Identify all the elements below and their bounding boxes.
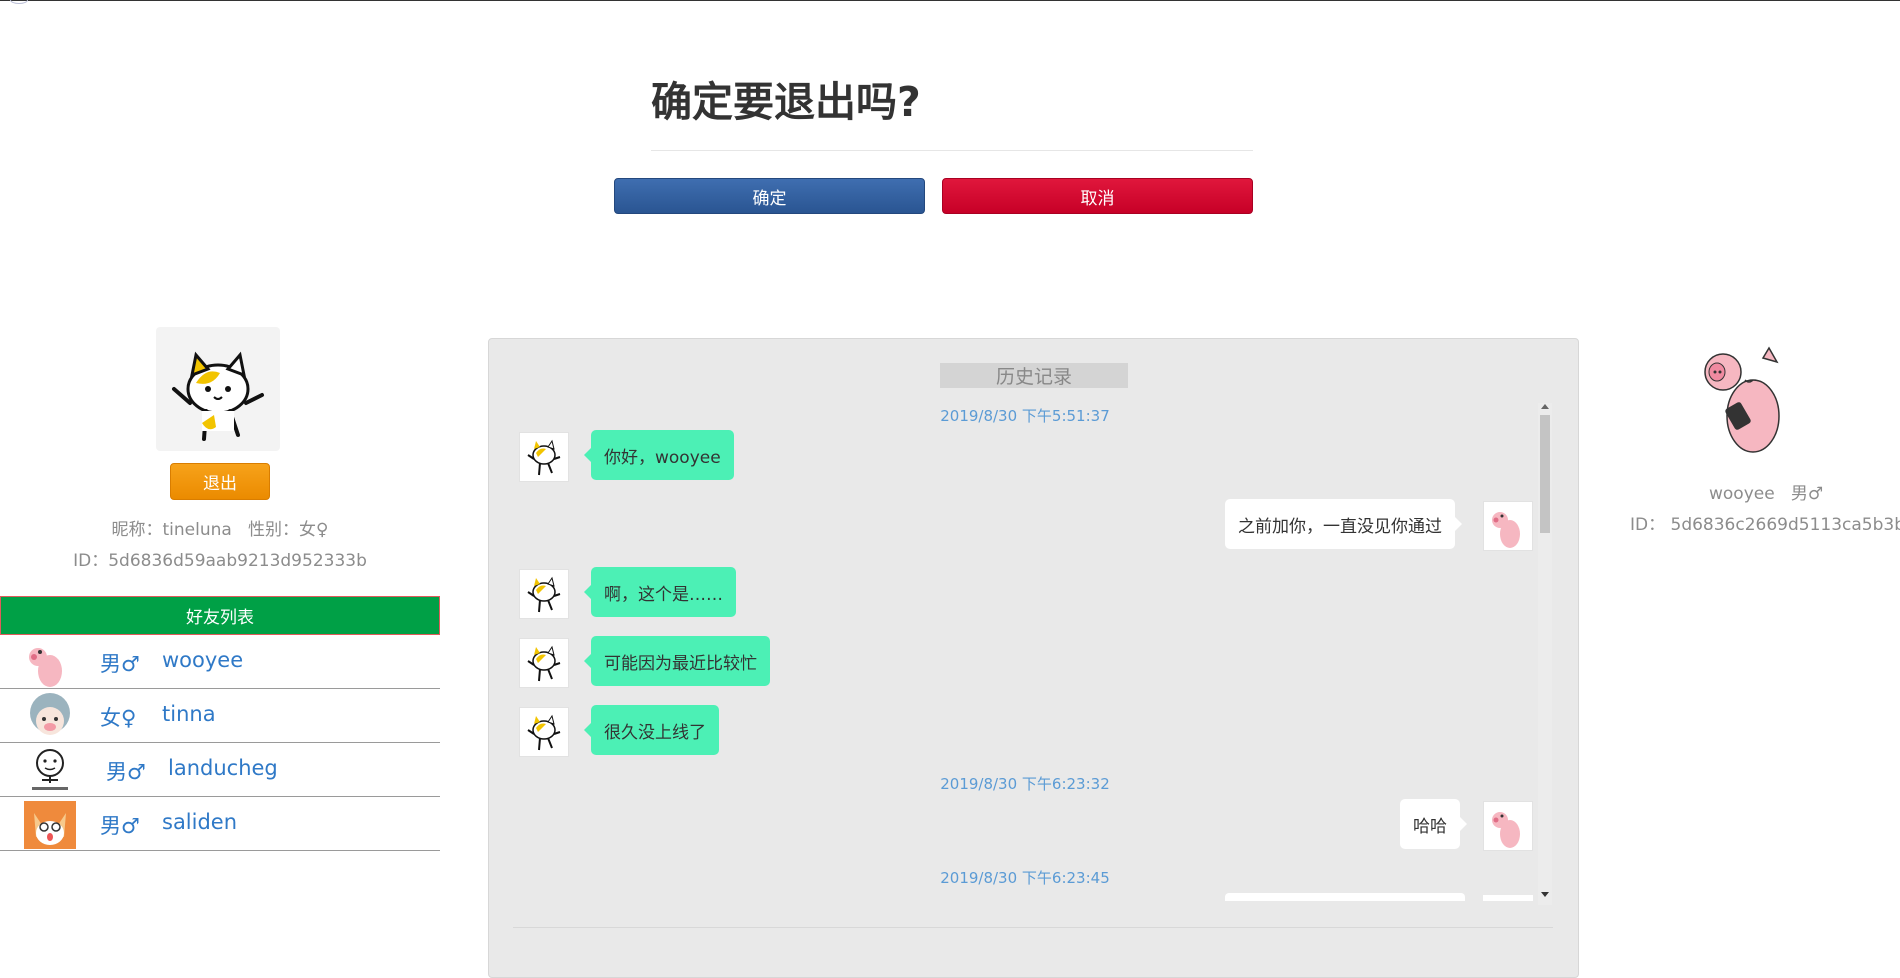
pig-avatar-icon <box>1483 801 1533 851</box>
pig-avatar-icon <box>24 639 76 687</box>
friend-name[interactable]: tinna <box>162 702 216 726</box>
timestamp: 2019/8/30 下午6:23:32 <box>940 775 1110 793</box>
friends-list-header: 好友列表 <box>0 596 440 635</box>
friend-gender: 男♂ <box>100 814 140 838</box>
my-nickname-gender: 昵称：tineluna 性别：女♀ <box>0 515 440 540</box>
my-id: ID：5d6836d59aab9213d952333b <box>73 551 367 571</box>
friend-name[interactable]: saliden <box>162 810 237 834</box>
fox-avatar-icon <box>24 801 76 849</box>
pig-avatar-icon <box>1704 346 1780 453</box>
message-bubble: 很久没上线了 <box>584 705 719 755</box>
friend-name[interactable]: wooyee <box>162 648 243 672</box>
chat-input-divider <box>513 927 1553 928</box>
friend-gender: 男♂ <box>100 652 140 676</box>
my-nickname: 昵称：tineluna <box>111 520 232 540</box>
timestamp: 2019/8/30 下午6:23:45 <box>940 869 1110 887</box>
cat-avatar-icon <box>519 569 569 619</box>
message-bubble: 哈哈 <box>1400 799 1467 849</box>
friend-item[interactable]: 女♀ tinna <box>0 689 440 743</box>
history-button[interactable]: 历史记录 <box>940 363 1128 388</box>
friend-item[interactable]: 男♂ landucheg <box>0 743 440 797</box>
message-bubble: 啊，这个是…… <box>584 567 736 617</box>
message-bubble: 之前加你，一直没见你通过 <box>1225 499 1462 549</box>
friend-item[interactable]: 男♂ wooyee <box>0 635 440 689</box>
logout-button[interactable]: 退出 <box>170 463 270 500</box>
top-border <box>0 0 1900 1</box>
chat-scrollbar-thumb[interactable] <box>1540 415 1550 533</box>
scroll-up-icon[interactable] <box>1541 404 1549 409</box>
my-avatar <box>156 327 280 451</box>
friend-gender: 男♂ <box>106 760 146 784</box>
message-bubble-partial <box>1225 893 1465 901</box>
cat-avatar-icon <box>172 351 264 441</box>
scroll-down-icon[interactable] <box>1541 892 1549 897</box>
peer-avatar <box>1693 344 1803 454</box>
friend-name[interactable]: landucheg <box>168 756 278 780</box>
message-bubble: 可能因为最近比较忙 <box>584 636 770 686</box>
cancel-button[interactable]: 取消 <box>942 178 1253 214</box>
timestamp: 2019/8/30 下午5:51:37 <box>940 407 1110 425</box>
peer-id: ID： 5d6836c2669d5113ca5b3be3 <box>1630 515 1900 535</box>
my-gender: 性别：女♀ <box>248 520 329 540</box>
stickman-avatar-icon <box>24 747 76 795</box>
pig-avatar-icon <box>1483 501 1533 551</box>
modal-divider <box>651 150 1253 151</box>
peer-name: wooyee <box>1709 484 1775 504</box>
message-bubble: 你好，wooyee <box>584 430 734 480</box>
friend-item[interactable]: 男♂ saliden <box>0 797 440 851</box>
cat-avatar-icon <box>519 638 569 688</box>
modal-title: 确定要退出吗? <box>651 78 921 126</box>
hat-avatar-icon <box>24 693 76 741</box>
confirm-button[interactable]: 确定 <box>614 178 925 214</box>
friend-gender: 女♀ <box>100 706 137 730</box>
cat-avatar-icon <box>519 432 569 482</box>
peer-gender: 男♂ <box>1790 484 1824 504</box>
corner-mark-icon <box>10 0 28 4</box>
cat-avatar-icon <box>519 707 569 757</box>
peer-name-gender: wooyee 男♂ <box>1709 479 1823 504</box>
avatar-partial <box>1483 895 1533 901</box>
